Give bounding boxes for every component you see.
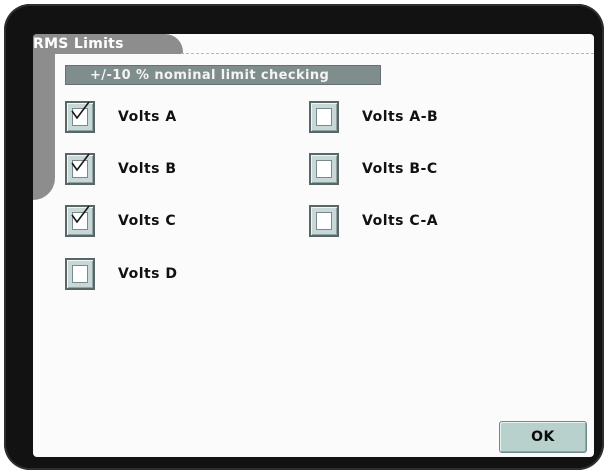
volts-b-c-checkbox[interactable] xyxy=(309,153,339,185)
volts-b-c-label: Volts B-C xyxy=(362,161,438,177)
volts-b-label: Volts B xyxy=(118,161,177,177)
checkmark-icon xyxy=(71,205,90,224)
checkbox-row-volts-c-a[interactable]: Volts C-A xyxy=(309,203,438,239)
checkbox-row-volts-a[interactable]: Volts A xyxy=(65,99,177,135)
screen: RMS Limits +/-10 % nominal limit checkin… xyxy=(33,34,594,457)
device-bezel: RMS Limits +/-10 % nominal limit checkin… xyxy=(4,4,604,470)
checkbox-well xyxy=(316,212,332,230)
volts-c-label: Volts C xyxy=(118,213,177,229)
volts-a-b-label: Volts A-B xyxy=(362,109,439,125)
volts-c-a-label: Volts C-A xyxy=(362,213,439,229)
checkbox-row-volts-a-b[interactable]: Volts A-B xyxy=(309,99,438,135)
panel-title: RMS Limits xyxy=(33,36,124,52)
checkbox-well xyxy=(316,108,332,126)
volts-a-label: Volts A xyxy=(118,109,177,125)
panel-tab: RMS Limits xyxy=(33,34,183,54)
checkbox-row-volts-b[interactable]: Volts B xyxy=(65,151,177,187)
checkbox-well xyxy=(72,265,88,283)
volts-d-checkbox[interactable] xyxy=(65,258,95,290)
volts-b-checkbox[interactable] xyxy=(65,153,95,185)
checkmark-icon xyxy=(71,101,90,120)
limit-checking-banner: +/-10 % nominal limit checking xyxy=(65,65,381,85)
ok-button[interactable]: OK xyxy=(499,421,587,453)
panel-divider xyxy=(181,53,594,54)
checkbox-well xyxy=(316,160,332,178)
volts-a-checkbox[interactable] xyxy=(65,101,95,133)
checkbox-row-volts-b-c[interactable]: Volts B-C xyxy=(309,151,438,187)
volts-c-checkbox[interactable] xyxy=(65,205,95,237)
volts-c-a-checkbox[interactable] xyxy=(309,205,339,237)
panel-tab-spine xyxy=(33,34,55,200)
volts-d-label: Volts D xyxy=(118,266,178,282)
checkmark-icon xyxy=(71,153,90,172)
volts-a-b-checkbox[interactable] xyxy=(309,101,339,133)
checkbox-row-volts-c[interactable]: Volts C xyxy=(65,203,176,239)
checkbox-row-volts-d[interactable]: Volts D xyxy=(65,256,178,292)
